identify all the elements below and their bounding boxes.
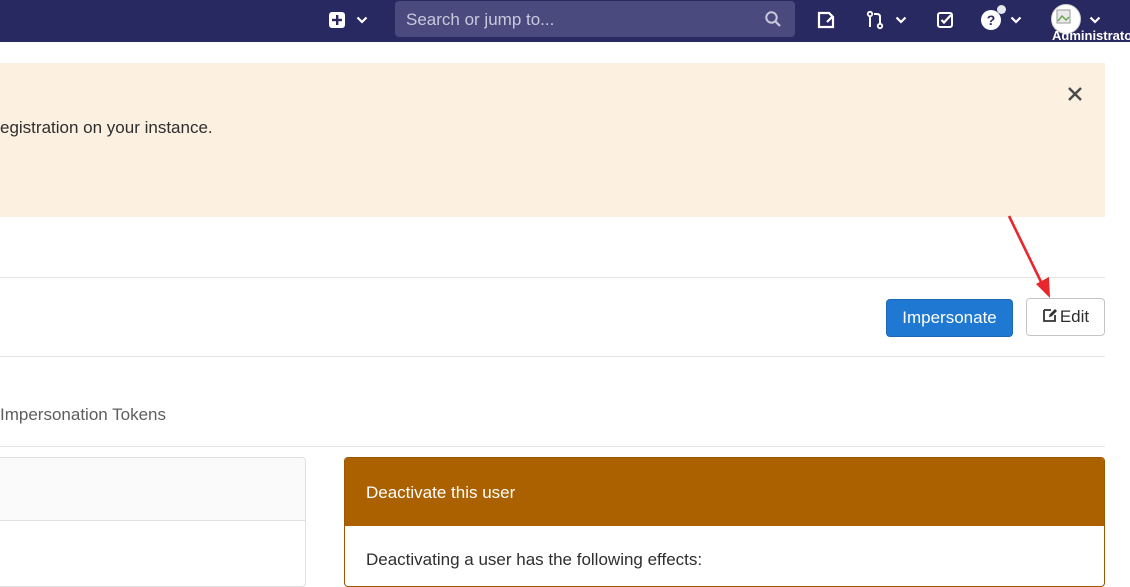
divider xyxy=(0,277,1105,278)
annotation-arrow xyxy=(1007,215,1050,298)
user-label: Administrator xyxy=(1052,28,1130,43)
search-input[interactable]: Search or jump to... xyxy=(395,1,795,37)
deactivate-card: Deactivate this user Deactivating a user… xyxy=(344,457,1105,587)
plus-square-icon[interactable] xyxy=(327,0,347,40)
edit-button-label: Edit xyxy=(1059,307,1090,326)
info-card xyxy=(0,457,306,587)
chevron-down-icon[interactable] xyxy=(1008,0,1024,40)
chevron-down-icon[interactable] xyxy=(354,0,370,40)
search-icon xyxy=(764,10,782,33)
tab-impersonation-tokens[interactable]: Impersonation Tokens xyxy=(0,405,166,425)
top-navbar: Search or jump to... ? Administrator xyxy=(0,0,1130,43)
close-icon[interactable] xyxy=(1063,82,1087,106)
chevron-down-icon[interactable] xyxy=(893,0,909,40)
svg-text:?: ? xyxy=(987,12,996,28)
todo-icon[interactable] xyxy=(934,0,956,40)
divider xyxy=(0,356,1105,357)
impersonate-button-label: Impersonate xyxy=(902,308,997,327)
edit-icon xyxy=(1042,307,1060,328)
merge-request-icon[interactable] xyxy=(864,0,886,40)
deactivate-card-header: Deactivate this user xyxy=(345,458,1104,526)
impersonate-button[interactable]: Impersonate xyxy=(886,299,1013,337)
divider xyxy=(0,446,1105,447)
issues-icon[interactable] xyxy=(815,0,837,40)
alert-banner: egistration on your instance. xyxy=(0,63,1105,217)
banner-message: egistration on your instance. xyxy=(0,118,213,137)
deactivate-card-body: Deactivating a user has the following ef… xyxy=(366,550,703,569)
search-placeholder: Search or jump to... xyxy=(406,10,555,29)
info-card-header xyxy=(0,458,305,521)
notification-dot xyxy=(997,5,1006,14)
deactivate-card-title: Deactivate this user xyxy=(366,483,516,502)
